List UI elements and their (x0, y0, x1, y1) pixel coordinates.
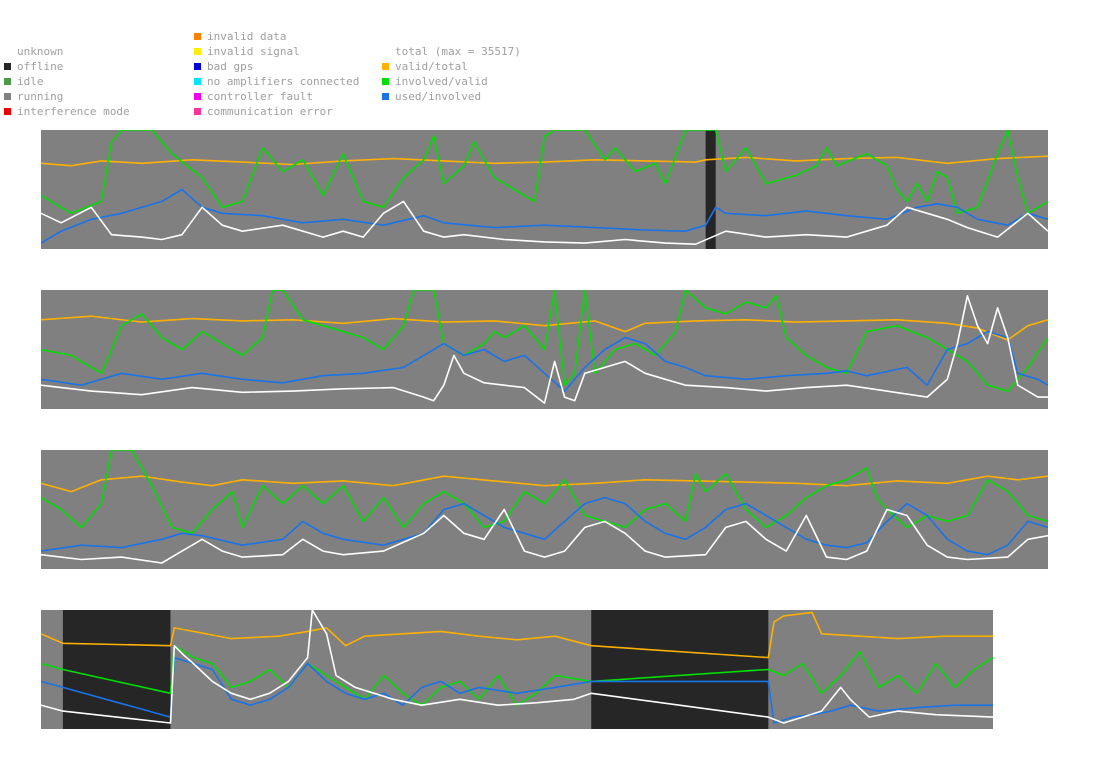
panel-background-running (41, 450, 1048, 569)
offline-span (705, 130, 716, 249)
chart-panel-4 (41, 610, 993, 729)
offline-span (591, 610, 769, 729)
chart-panel-3 (41, 450, 1048, 569)
panel-background-running (41, 610, 993, 729)
offline-span (62, 610, 171, 729)
status-chart (41, 130, 1048, 729)
chart-panel-2 (41, 290, 1048, 409)
chart-panel-1 (41, 130, 1048, 249)
